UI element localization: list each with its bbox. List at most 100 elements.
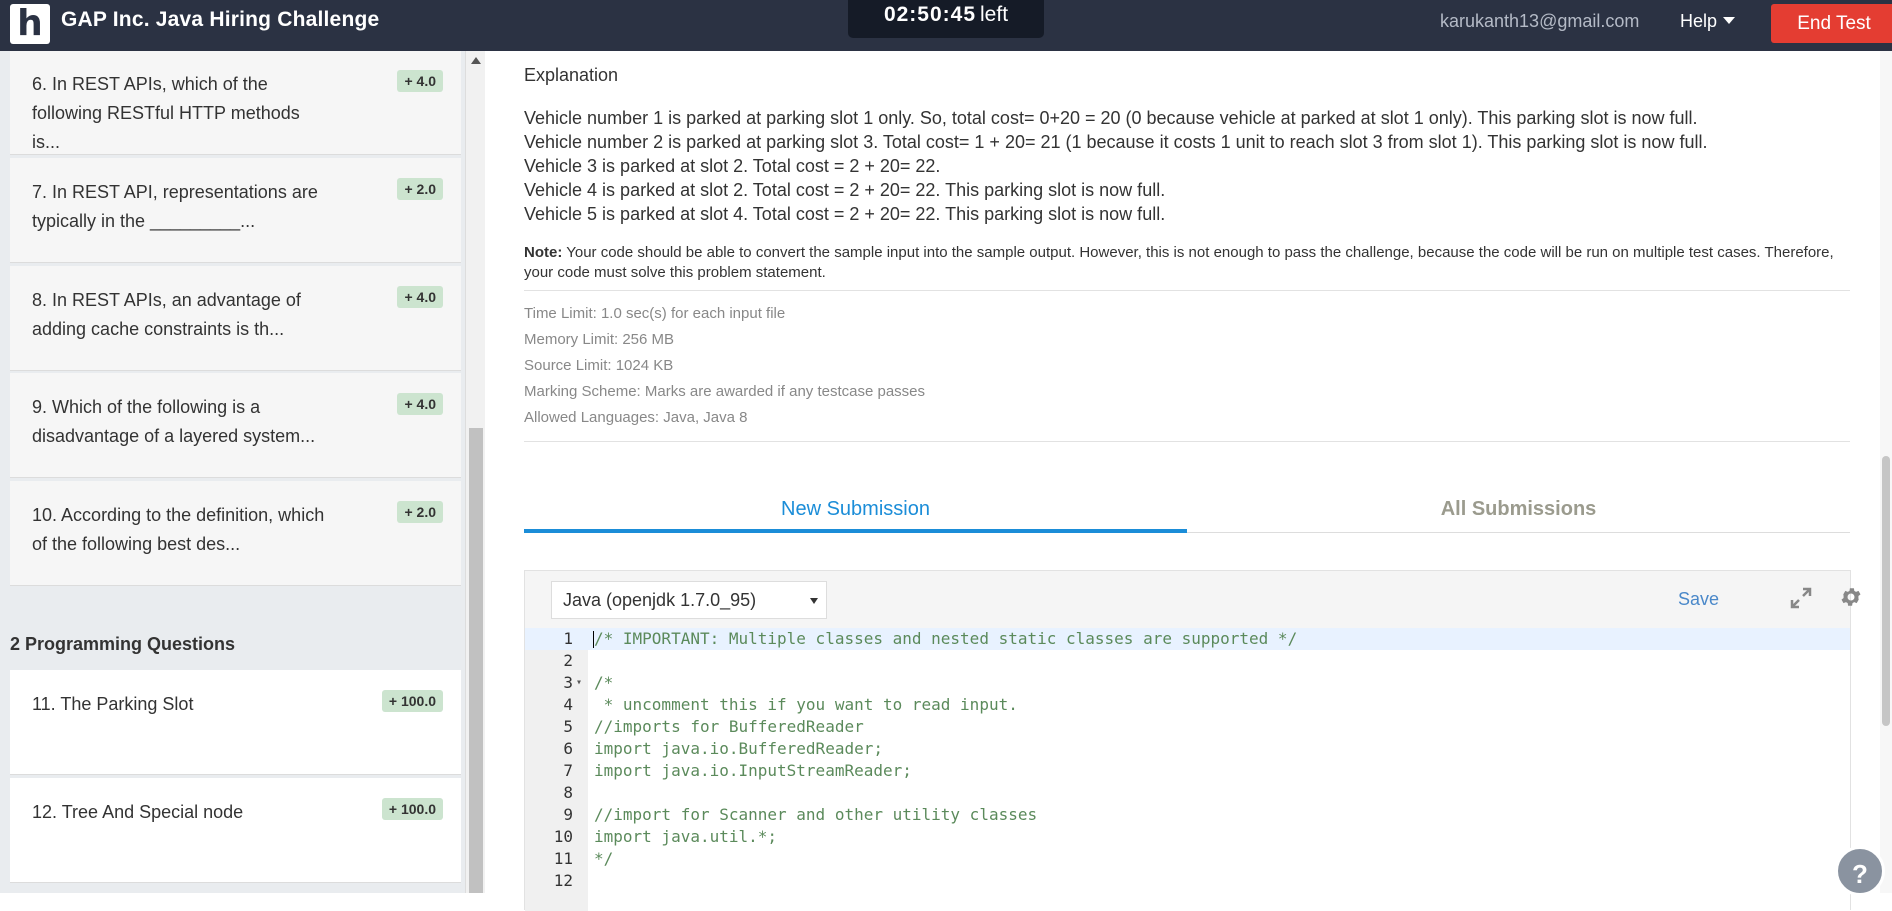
line-number: 6 <box>563 739 573 758</box>
limit-source: Source Limit: 1024 KB <box>524 357 674 374</box>
submission-tabs: New Submission All Submissions <box>524 491 1850 533</box>
line-number: 3 <box>563 673 573 692</box>
save-button[interactable]: Save <box>1678 589 1719 610</box>
code-line[interactable]: 11 */ <box>525 848 1850 870</box>
marks-badge: + 2.0 <box>397 178 443 200</box>
hackerearth-logo-icon[interactable]: h <box>10 4 50 44</box>
line-number: 5 <box>563 717 573 736</box>
code-line[interactable]: 9 //import for Scanner and other utility … <box>525 804 1850 826</box>
code-line[interactable]: 4 * uncomment this if you want to read i… <box>525 694 1850 716</box>
note-label: Note: <box>524 244 563 261</box>
marking-scheme: Marking Scheme: Marks are awarded if any… <box>524 383 926 400</box>
question-item-9[interactable]: 9. Which of the following is a disadvant… <box>10 373 461 478</box>
question-title: The Parking Slot <box>60 694 194 714</box>
gear-icon[interactable] <box>1839 585 1863 609</box>
section-title: 2 Programming Questions <box>10 634 236 654</box>
explanation-heading: Explanation <box>524 65 619 85</box>
end-test-button[interactable]: End Test <box>1771 4 1892 43</box>
question-title: In REST APIs, which of the following RES… <box>32 74 300 152</box>
challenge-title: GAP Inc. Java Hiring Challenge <box>61 8 380 31</box>
line-number: 1 <box>563 629 573 648</box>
question-number: 7. <box>32 182 48 202</box>
question-item-6[interactable]: 6. In REST APIs, which of the following … <box>10 51 461 155</box>
tab-new-submission[interactable]: New Submission <box>524 491 1187 533</box>
explanation-line: Vehicle 3 is parked at slot 2. Total cos… <box>524 156 941 176</box>
code-text: */ <box>594 849 614 868</box>
question-number: 10. <box>32 505 58 525</box>
fold-arrow-icon[interactable]: ▾ <box>576 672 582 694</box>
code-line[interactable]: 6 import java.io.BufferedReader; <box>525 738 1850 760</box>
code-editor: Java (openjdk 1.7.0_95) Save 1 /* IMPORTA… <box>524 570 1861 911</box>
question-text: 9. Which of the following is a disadvant… <box>32 393 332 451</box>
line-number: 10 <box>553 827 573 846</box>
question-text: 7. In REST API, representations are typi… <box>32 178 332 236</box>
caret-down-icon <box>1723 17 1736 24</box>
code-line[interactable]: 5 //imports for BufferedReader <box>525 716 1850 738</box>
line-number: 8 <box>563 783 573 802</box>
code-line[interactable]: 10 import java.util.*; <box>525 826 1850 848</box>
marks-badge: + 2.0 <box>397 501 443 523</box>
code-line[interactable]: 8 <box>525 782 1850 804</box>
code-line[interactable]: 7 import java.io.InputStreamReader; <box>525 760 1850 782</box>
code-area[interactable]: 1 /* IMPORTANT: Multiple classes and nest… <box>525 628 1850 911</box>
code-line[interactable]: 1 /* IMPORTANT: Multiple classes and nest… <box>525 628 1850 650</box>
code-text: /* <box>594 673 614 692</box>
question-sidebar: 6. In REST APIs, which of the following … <box>0 51 485 893</box>
question-number: 6. <box>32 74 48 94</box>
marks-badge: + 4.0 <box>397 286 443 308</box>
limits-list: Time Limit: 1.0 sec(s) for each input fi… <box>524 301 925 431</box>
allowed-languages: Allowed Languages: Java, Java 8 <box>524 409 748 426</box>
question-title: In REST APIs, an advantage of adding cac… <box>32 290 301 339</box>
scrollbar-thumb[interactable] <box>469 428 483 893</box>
timer-suffix: left <box>980 3 1009 26</box>
marks-badge: + 4.0 <box>397 393 443 415</box>
question-number: 8. <box>32 290 48 310</box>
explanation-text: Vehicle number 1 is parked at parking sl… <box>524 106 1707 226</box>
note-text: Note: Your code should be able to conver… <box>524 243 1834 283</box>
line-number: 2 <box>563 651 573 670</box>
explanation-line: Vehicle number 2 is parked at parking sl… <box>524 132 1708 152</box>
divider <box>524 441 1850 442</box>
question-item-10[interactable]: 10. According to the definition, which o… <box>10 481 461 586</box>
help-label: Help <box>1680 11 1718 31</box>
code-text: import java.io.BufferedReader; <box>594 739 883 758</box>
scroll-up-icon[interactable] <box>471 57 481 64</box>
tab-all-submissions[interactable]: All Submissions <box>1187 491 1850 533</box>
page-scrollbar[interactable] <box>1880 51 1892 893</box>
question-text: 12. Tree And Special node <box>32 798 332 827</box>
problem-panel: Explanation Vehicle number 1 is parked a… <box>485 51 1892 911</box>
question-item-8[interactable]: 8. In REST APIs, an advantage of adding … <box>10 266 461 371</box>
code-line[interactable]: 2 <box>525 650 1850 672</box>
help-menu[interactable]: Help <box>1680 11 1736 32</box>
scrollbar-thumb[interactable] <box>1882 456 1890 726</box>
code-text: /* IMPORTANT: Multiple classes and neste… <box>594 629 1298 648</box>
question-number: 11. <box>32 694 56 714</box>
limit-time: Time Limit: 1.0 sec(s) for each input fi… <box>524 305 786 322</box>
question-item-11[interactable]: 11. The Parking Slot + 100.0 <box>10 670 461 775</box>
language-select[interactable]: Java (openjdk 1.7.0_95) <box>551 581 827 619</box>
timer-value: 02:50:45 <box>883 3 977 26</box>
code-text: * uncomment this if you want to read inp… <box>594 695 1018 714</box>
question-number: 12. <box>32 802 58 822</box>
question-item-12[interactable]: 12. Tree And Special node + 100.0 <box>10 778 461 883</box>
question-item-7[interactable]: 7. In REST API, representations are typi… <box>10 158 461 263</box>
sidebar-scrollbar[interactable] <box>465 51 485 893</box>
code-text: import java.io.InputStreamReader; <box>594 761 912 780</box>
line-number: 11 <box>553 849 573 868</box>
question-title: According to the definition, which of th… <box>32 505 325 554</box>
question-title: In REST API, representations are typical… <box>32 182 318 231</box>
marks-badge: + 4.0 <box>397 70 443 92</box>
question-number: 9. <box>32 397 48 417</box>
limit-memory: Memory Limit: 256 MB <box>524 331 675 348</box>
code-text: import java.util.*; <box>594 827 778 846</box>
question-title: Tree And Special node <box>61 802 244 822</box>
question-text: 8. In REST APIs, an advantage of adding … <box>32 286 332 344</box>
help-question-icon[interactable]: ? <box>1835 846 1885 896</box>
line-number: 9 <box>563 805 573 824</box>
line-number: 12 <box>553 871 573 890</box>
explanation-line: Vehicle 4 is parked at slot 2. Total cos… <box>524 180 1166 200</box>
code-line[interactable]: 3 ▾ /* <box>525 672 1850 694</box>
expand-icon[interactable] <box>1790 587 1812 609</box>
code-line[interactable]: 12 <box>525 870 1850 892</box>
explanation-line: Vehicle number 1 is parked at parking sl… <box>524 108 1698 128</box>
